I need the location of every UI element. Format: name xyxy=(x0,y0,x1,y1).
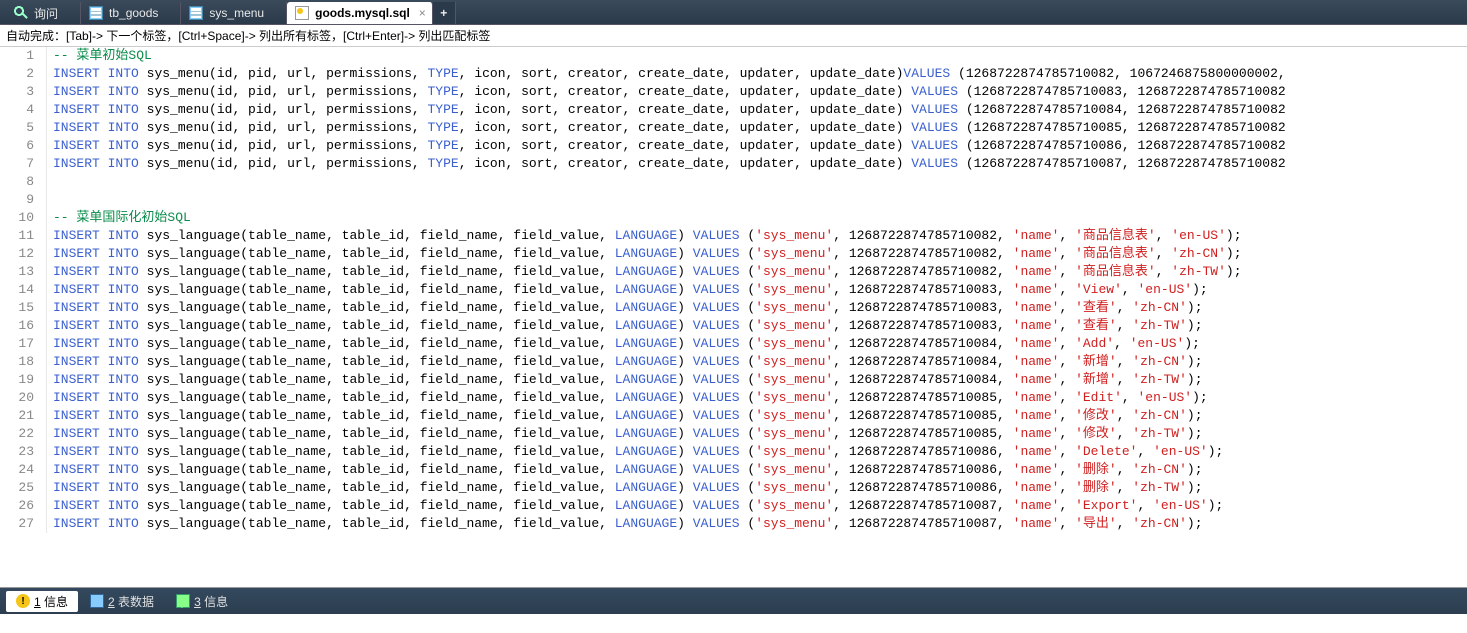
data-icon xyxy=(90,594,104,608)
status-tab-label: 3 信息 xyxy=(194,593,228,610)
file-tabs: 询问 tb_goods sys_menu goods.mysql.sql × + xyxy=(0,0,1467,25)
status-bar: 1 信息 2 表数据 3 信息 xyxy=(0,588,1467,614)
status-tab[interactable]: 3 信息 xyxy=(166,591,238,612)
tab-label: 询问 xyxy=(34,5,58,22)
line-gutter: 1234567891011121314151617181920212223242… xyxy=(0,47,47,533)
file-tab[interactable]: goods.mysql.sql × xyxy=(287,2,433,24)
code-content[interactable]: -- 菜单初始SQLINSERT INTO sys_menu(id, pid, … xyxy=(47,47,1292,533)
status-tab-label: 1 信息 xyxy=(34,593,68,610)
tab-label: tb_goods xyxy=(109,6,158,20)
autocomplete-hint: 自动完成：[Tab]-> 下一个标签，[Ctrl+Space]-> 列出所有标签… xyxy=(0,25,1467,47)
tab-label: sys_menu xyxy=(209,6,264,20)
msg-icon xyxy=(176,594,190,608)
status-tab-label: 2 表数据 xyxy=(108,593,154,610)
sql-icon xyxy=(295,6,309,20)
table-icon xyxy=(89,6,103,20)
status-tab[interactable]: 2 表数据 xyxy=(80,591,164,612)
tab-label: goods.mysql.sql xyxy=(315,6,410,20)
file-tab[interactable]: tb_goods xyxy=(81,2,181,24)
new-tab-button[interactable]: + xyxy=(433,2,456,24)
status-tab[interactable]: 1 信息 xyxy=(6,591,78,612)
info-icon xyxy=(16,594,30,608)
search-icon xyxy=(14,6,28,20)
close-icon[interactable]: × xyxy=(419,6,426,20)
file-tab[interactable]: sys_menu xyxy=(181,2,287,24)
code-editor[interactable]: 1234567891011121314151617181920212223242… xyxy=(0,47,1467,588)
table-icon xyxy=(189,6,203,20)
file-tab[interactable]: 询问 xyxy=(6,2,81,24)
